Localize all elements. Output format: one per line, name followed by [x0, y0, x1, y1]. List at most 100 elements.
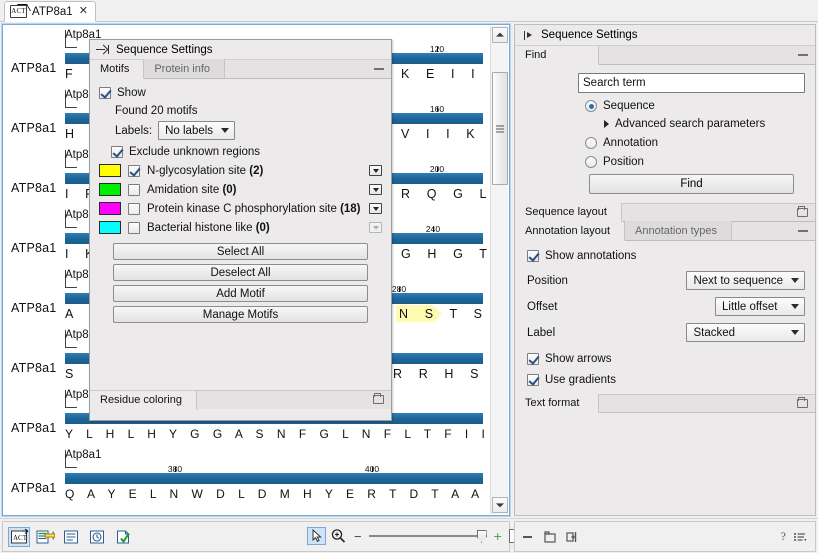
add-motif-button[interactable]: Add Motif — [113, 285, 368, 302]
advanced-search-row[interactable]: Advanced search parameters — [604, 118, 805, 130]
radio-position-row[interactable]: Position — [585, 156, 805, 168]
deselect-all-button[interactable]: Deselect All — [113, 264, 368, 281]
popup-title-bar[interactable]: Sequence Settings — [90, 40, 391, 60]
zoom-in-label[interactable]: + — [494, 528, 502, 544]
scrollbar-thumb[interactable] — [492, 72, 508, 185]
tab-annotation-types[interactable]: Annotation types — [625, 221, 732, 240]
radio-sequence[interactable] — [585, 100, 597, 112]
tab-residue-coloring[interactable]: Residue coloring — [90, 391, 197, 410]
radio-annotation[interactable] — [585, 137, 597, 149]
select-all-button[interactable]: Select All — [113, 243, 368, 260]
minimize-annotation-button[interactable] — [798, 230, 808, 232]
dock-icon[interactable] — [565, 531, 579, 543]
motif-color-swatch[interactable] — [99, 164, 121, 177]
position-dropdown[interactable]: Next to sequence — [686, 271, 805, 290]
motif-expand-icon[interactable] — [369, 203, 382, 214]
motif-color-swatch[interactable] — [99, 221, 121, 234]
motif-color-swatch[interactable] — [99, 202, 121, 215]
motif-checkbox[interactable] — [128, 164, 140, 177]
vertical-scrollbar[interactable] — [490, 26, 508, 514]
radio-annotation-row[interactable]: Annotation — [585, 137, 805, 149]
sequence-residues-right[interactable]: G H G T V P L G — [401, 247, 487, 261]
manage-motifs-button[interactable]: Manage Motifs — [113, 306, 368, 323]
minimize-icon[interactable] — [521, 531, 535, 543]
zoom-slider[interactable] — [368, 529, 487, 543]
show-arrows-row[interactable]: Show arrows — [527, 353, 805, 365]
motif-expand-icon[interactable] — [369, 165, 382, 176]
sequence-name: ATP8a1 — [11, 421, 57, 435]
annotation-table-icon[interactable] — [35, 528, 56, 546]
tab-motifs[interactable]: Motifs — [90, 60, 145, 79]
tab-atp8a1[interactable]: ACT ATP8a1 ✕ — [4, 1, 96, 22]
radio-sequence-row[interactable]: Sequence — [585, 100, 805, 112]
history-icon[interactable] — [87, 528, 107, 546]
tab-text-format[interactable]: Text format — [515, 394, 599, 413]
motif-row[interactable]: N-glycosylation site (2) — [99, 164, 382, 177]
motif-row[interactable]: Protein kinase C phosphorylation site (1… — [99, 202, 382, 215]
motif-row[interactable]: Bacterial histone like (0) — [99, 221, 382, 234]
sequence-residues-right[interactable]: K E I I E D I K R — [401, 67, 487, 81]
zoom-out-label[interactable]: − — [354, 529, 362, 544]
collapse-left-icon[interactable] — [96, 44, 109, 55]
show-motifs-checkbox[interactable] — [99, 87, 111, 99]
tab-annotation-layout-label: Annotation layout — [525, 225, 611, 237]
motif-checkbox[interactable] — [128, 183, 140, 196]
pointer-icon[interactable] — [307, 527, 326, 545]
motif-color-swatch[interactable] — [99, 183, 121, 196]
scroll-down-button[interactable] — [492, 497, 508, 513]
close-icon[interactable]: ✕ — [78, 6, 89, 17]
show-annotations-row[interactable]: Show annotations — [527, 250, 805, 262]
use-gradients-checkbox[interactable] — [527, 374, 539, 386]
text-view-icon[interactable] — [61, 528, 81, 546]
sequence-name: ATP8a1 — [11, 61, 57, 75]
radio-position[interactable] — [585, 156, 597, 168]
sequence-residues-right[interactable]: R R H S G K D W — [393, 367, 487, 381]
tab-protein-info-label: Protein info — [154, 62, 210, 75]
sequence-residues-right[interactable]: N S T S P P L K L — [399, 307, 487, 321]
show-arrows-checkbox[interactable] — [527, 353, 539, 365]
find-button[interactable]: Find — [589, 174, 794, 194]
sequence-residues[interactable]: Y L H L H Y G G A S N F G L N F L T F I … — [65, 427, 487, 441]
help-icon[interactable]: ? — [781, 529, 786, 544]
list-menu-icon[interactable] — [793, 531, 809, 543]
tab-annotation-layout[interactable]: Annotation layout — [515, 222, 626, 241]
motif-checkbox[interactable] — [128, 202, 140, 215]
zoom-slider-thumb[interactable] — [476, 530, 487, 543]
offset-dropdown[interactable]: Little offset — [715, 297, 805, 316]
scroll-up-button[interactable] — [492, 27, 508, 43]
restore-text-format-icon[interactable] — [797, 396, 808, 408]
label-dropdown[interactable]: Stacked — [686, 323, 805, 342]
restore-icon[interactable] — [543, 530, 557, 543]
zoom-icon[interactable] — [330, 528, 347, 544]
sequence-residues-right[interactable]: R Q G L P A T S D — [401, 187, 487, 201]
motif-name: Protein kinase C phosphorylation site — [147, 202, 337, 215]
residue-coloring-section: Residue coloring — [90, 390, 391, 420]
sequence-residues[interactable]: Q A Y E L N W D L D M H Y E R T D T A A … — [65, 487, 487, 501]
tab-protein-info[interactable]: Protein info — [144, 59, 225, 78]
chevron-right-icon[interactable] — [604, 120, 609, 128]
minimize-section-button[interactable] — [374, 68, 384, 70]
sequence-residues-right[interactable]: V I I K G K E Y — [401, 127, 487, 141]
search-input[interactable]: Search term — [578, 73, 805, 93]
expand-right-icon[interactable] — [521, 30, 534, 41]
labels-dropdown[interactable]: No labels — [158, 121, 236, 140]
side-panel-title-bar[interactable]: Sequence Settings — [515, 25, 815, 46]
show-annotations-checkbox[interactable] — [527, 250, 539, 262]
restore-sequence-layout-icon[interactable] — [797, 205, 808, 217]
side-panel: Sequence Settings Find Search term Seque… — [514, 24, 816, 516]
use-gradients-row[interactable]: Use gradients — [527, 374, 805, 386]
motif-expand-icon[interactable] — [369, 184, 382, 195]
exclude-unknown-row[interactable]: Exclude unknown regions — [111, 146, 382, 158]
radio-sequence-label: Sequence — [603, 100, 655, 112]
show-motifs-row[interactable]: Show — [99, 87, 382, 99]
tab-find[interactable]: Find — [515, 46, 599, 65]
restore-section-icon[interactable] — [373, 392, 384, 404]
tab-sequence-layout[interactable]: Sequence layout — [515, 203, 622, 222]
motif-row[interactable]: Amidation site (0) — [99, 183, 382, 196]
motif-checkbox[interactable] — [128, 221, 140, 234]
tab-bar: ACT ATP8a1 ✕ — [0, 0, 818, 22]
element-info-icon[interactable] — [113, 528, 133, 546]
minimize-find-button[interactable] — [798, 54, 808, 56]
exclude-unknown-checkbox[interactable] — [111, 146, 123, 158]
act-view-icon[interactable]: ACT — [8, 526, 30, 547]
